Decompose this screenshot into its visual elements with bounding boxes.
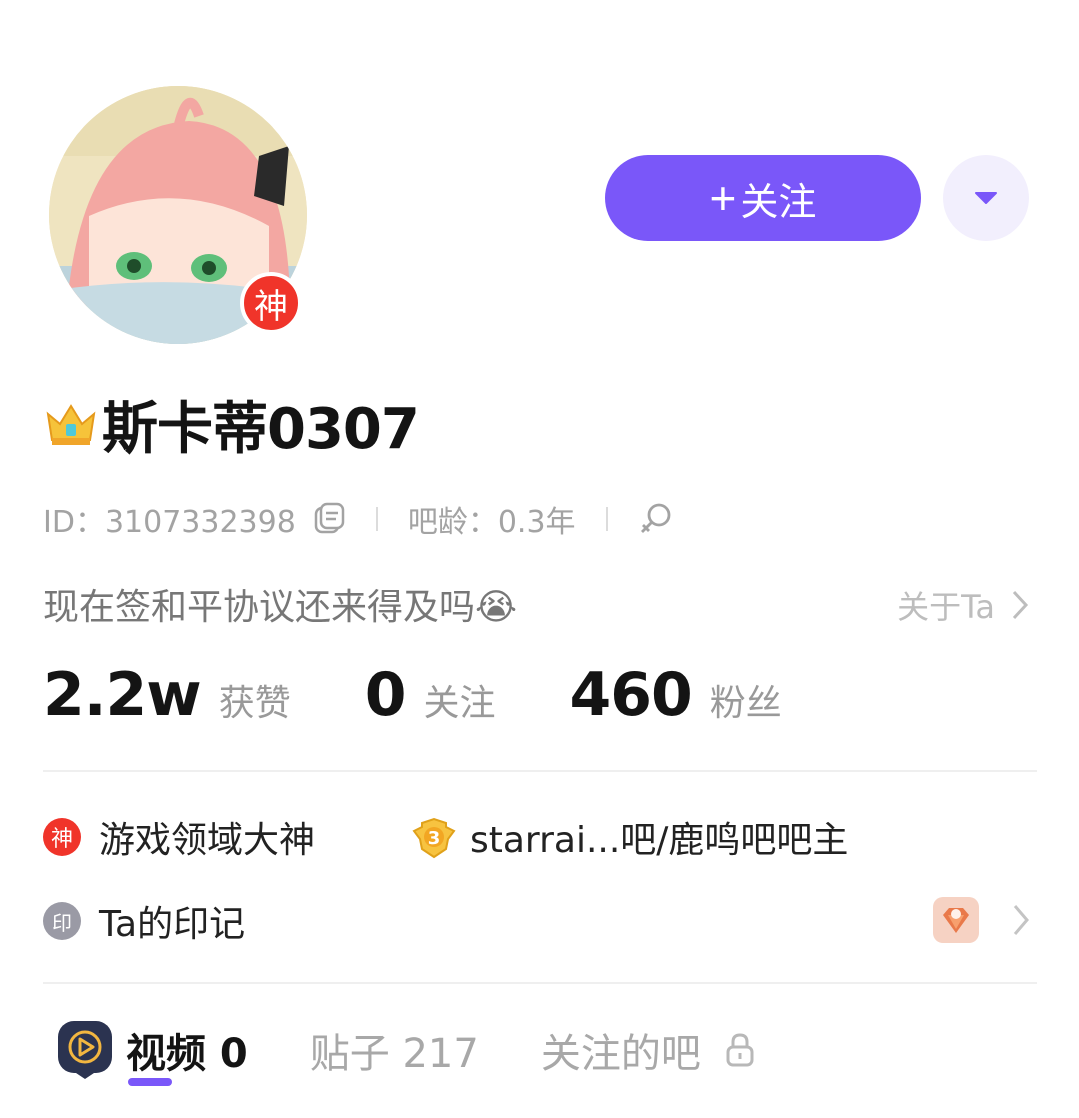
honor-bar-label: starrai...吧/鹿鸣吧吧主 (470, 820, 849, 861)
stat-followers[interactable]: 460 粉丝 (570, 660, 782, 730)
name-row: 斯卡蒂0307 (44, 388, 420, 462)
god-icon: 神 (43, 818, 81, 856)
about-label: 关于Ta (897, 588, 995, 626)
follow-label: 关注 (740, 181, 817, 224)
stat-following[interactable]: 0 关注 (365, 660, 496, 730)
section-divider (43, 770, 1037, 772)
god-badge: 神 (240, 272, 302, 334)
imprint-label: Ta的印记 (99, 904, 246, 945)
about-link[interactable]: 关于Ta (897, 582, 1031, 628)
bar-age: 吧龄：0.3年 (407, 505, 576, 540)
active-tab-indicator (128, 1078, 172, 1086)
username: 斯卡蒂0307 (102, 396, 420, 462)
stat-label: 关注 (423, 683, 496, 724)
chevron-right-icon[interactable] (1010, 902, 1032, 938)
level-shield-icon: 3 (412, 817, 456, 859)
caret-down-icon (975, 192, 997, 204)
stat-label: 获赞 (218, 683, 291, 724)
stat-value: 460 (569, 660, 693, 730)
copy-icon[interactable] (312, 502, 346, 536)
stat-label: 粉丝 (709, 683, 782, 724)
section-divider (43, 982, 1037, 984)
tab-followed-bars[interactable]: 关注的吧 (541, 1021, 755, 1079)
stat-value: 0 (364, 660, 407, 730)
imprint-icon: 印 (43, 902, 81, 940)
follow-button[interactable]: + 关注 (605, 155, 921, 241)
gender-female-icon (640, 503, 670, 533)
stats-row: 2.2w 获赞 0 关注 460 粉丝 (43, 660, 782, 736)
stat-value: 2.2w (43, 660, 202, 730)
divider (375, 507, 378, 531)
stat-likes[interactable]: 2.2w 获赞 (43, 660, 291, 730)
imprint-badge[interactable] (933, 897, 979, 943)
honor-god-label: 游戏领域大神 (99, 820, 316, 861)
bio: 现在签和平协议还来得及吗😭 (43, 587, 518, 628)
diamond-badge-icon (943, 908, 969, 933)
svg-text:3: 3 (428, 828, 441, 849)
plus-icon: + (709, 172, 737, 224)
lock-icon (726, 1033, 754, 1067)
honor-bar-owner[interactable]: 3 starrai...吧/鹿鸣吧吧主 (412, 810, 848, 864)
crown-icon (46, 404, 96, 445)
tab-label: 贴子 217 (309, 1031, 479, 1077)
more-options-button[interactable] (943, 155, 1029, 241)
imprint-row[interactable]: 印 Ta的印记 (43, 894, 245, 948)
chevron-right-icon (1012, 590, 1029, 620)
user-id: ID：3107332398 (43, 505, 296, 540)
tab-videos[interactable]: 视频 0 (56, 1019, 248, 1081)
tab-posts[interactable]: 贴子 217 (310, 1021, 479, 1079)
honor-god[interactable]: 神 游戏领域大神 (43, 810, 315, 864)
tab-label: 关注的吧 (540, 1031, 701, 1077)
divider (605, 507, 608, 531)
tab-label: 视频 0 (126, 1031, 248, 1077)
video-play-icon (58, 1021, 112, 1079)
meta-row: ID：3107332398 吧龄：0.3年 (43, 498, 674, 540)
tab-bar: 视频 0 贴子 217 关注的吧 (56, 1014, 817, 1086)
